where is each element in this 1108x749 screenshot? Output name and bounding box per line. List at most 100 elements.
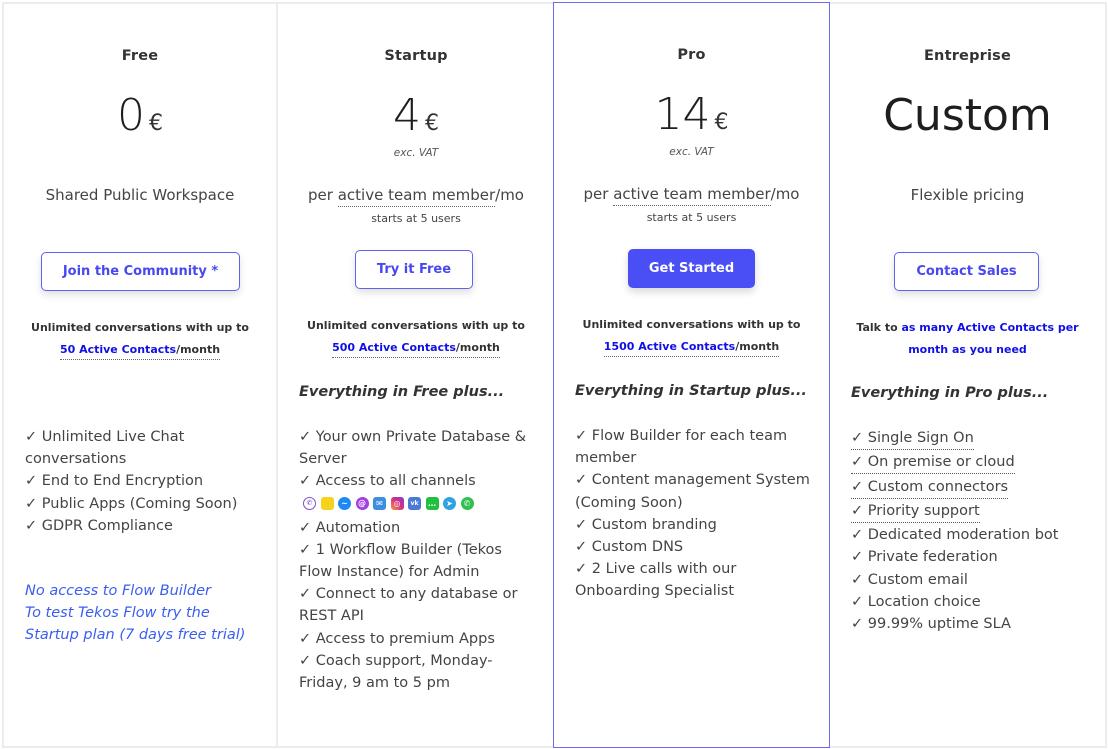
active-contacts-link[interactable]: 1500 Active Contacts (604, 340, 735, 353)
try-it-free-button[interactable]: Try it Free (355, 250, 473, 289)
active-contacts-link[interactable]: 500 Active Contacts (332, 341, 456, 354)
feature-item: ✓ Unlimited Live Chat conversations (25, 429, 185, 468)
email-at-icon: @ (355, 497, 369, 511)
feature-item: ✓ Your own Private Database & Server (299, 429, 527, 468)
contacts-info: Talk to as many Active Contacts per mont… (830, 317, 1105, 361)
plan-card-pro: Pro 14 € exc. VAT per active team member… (553, 2, 830, 748)
vat-note: exc. VAT (669, 146, 714, 158)
everything-in-heading: Everything in Free plus... (299, 384, 505, 400)
contacts-info: Unlimited conversations with up to 1500 … (554, 314, 829, 358)
contacts-suffix: /month (176, 343, 221, 356)
active-contacts-link[interactable]: as many Active Contacts per (901, 321, 1078, 334)
plan-card-entreprise: Entreprise Custom Flexible pricing Conta… (830, 2, 1107, 748)
messenger-icon: ~ (338, 497, 351, 511)
feature-item: ✓ Custom DNS (575, 539, 684, 556)
feature-item: ✓ Access to premium Apps (299, 630, 495, 647)
contacts-prefix: Unlimited conversations with up to (307, 319, 525, 332)
feature-list: ✓ Your own Private Database & Server ✓ A… (299, 426, 536, 694)
plan-name: Pro (677, 47, 706, 63)
note-line: No access to Flow Builder (25, 583, 211, 599)
starts-at-label: starts at 5 users (646, 211, 737, 224)
contact-sales-button[interactable]: Contact Sales (894, 252, 1039, 291)
feature-item-tooltip[interactable]: ✓ Priority support (851, 501, 980, 523)
feature-item: ✓ Connect to any database or REST API (299, 586, 518, 625)
per-suffix: /mo (770, 185, 800, 203)
per-text: per (308, 186, 333, 204)
price-value: 0 (117, 90, 145, 141)
plan-name: Entreprise (923, 48, 1012, 64)
contacts-suffix: /month (735, 340, 780, 353)
feature-item: ✓ Public Apps (Coming Soon) (25, 495, 238, 512)
active-team-member-tooltip[interactable]: active team member (613, 185, 771, 206)
plan-price: 0 € (4, 90, 276, 141)
whatsapp-icon: ✆ (460, 497, 474, 511)
feature-item: ✓ 2 Live calls with our Onboarding Speci… (575, 561, 737, 600)
per-suffix: /mo (495, 186, 524, 204)
feature-item: ✓ Private federation (851, 549, 998, 566)
plan-card-startup: Startup 4 € exc. VAT per active team mem… (278, 2, 554, 748)
feature-item: ✓ Custom email (851, 571, 968, 588)
snapchat-icon (320, 497, 334, 511)
plan-name: Startup (384, 48, 448, 64)
join-community-button[interactable]: Join the Community * (41, 252, 240, 291)
feature-list: ✓ Single Sign On ✓ On premise or cloud ✓… (851, 427, 1087, 635)
instagram-icon: ◎ (390, 497, 404, 511)
feature-item: ✓ Custom branding (575, 516, 717, 533)
everything-in-heading: Everything in Startup plus... (575, 383, 807, 399)
plan-subtitle: Shared Public Workspace (45, 186, 235, 204)
vk-icon: vk (408, 497, 421, 511)
feature-item-tooltip[interactable]: ✓ Custom connectors (851, 477, 1009, 499)
feature-item: ✓ 99.99% uptime SLA (851, 616, 1011, 632)
everything-in-heading: Everything in Pro plus... (851, 385, 1049, 401)
active-team-member-tooltip[interactable]: active team member (337, 186, 496, 207)
feature-list: ✓ Flow Builder for each team member ✓ Co… (575, 425, 811, 603)
channel-icons: ✆ ~ @ ✉ ◎ vk … ➤ ✆ (303, 497, 536, 511)
currency-symbol: € (425, 111, 439, 136)
contacts-info: Unlimited conversations with up to 50 Ac… (4, 317, 276, 361)
feature-item: ✓ End to End Encryption (25, 473, 204, 490)
per-member-label: per active team member/mo (554, 185, 829, 206)
note-line: To test Tekos Flow try the (25, 605, 210, 622)
line-icon: … (425, 497, 439, 511)
feature-item-tooltip[interactable]: ✓ Single Sign On (851, 428, 974, 450)
mail-icon: ✉ (373, 497, 386, 511)
viber-icon: ✆ (303, 497, 316, 511)
flow-builder-note: No access to Flow Builder To test Tekos … (25, 580, 258, 647)
feature-item: ✓ Coach support, Monday-Friday, 9 am to … (299, 652, 493, 692)
active-contacts-link-cont[interactable]: month as you need (908, 343, 1027, 356)
starts-at-label: starts at 5 users (371, 212, 461, 225)
feature-item: ✓ Automation (299, 519, 401, 536)
contacts-prefix: Talk to (856, 321, 898, 334)
pricing-table: Free 0 € Shared Public Workspace Join th… (0, 0, 1108, 749)
note-line: Startup plan (7 days free trial) (25, 627, 246, 644)
plan-price: 4 € (278, 90, 554, 141)
contacts-suffix: /month (455, 341, 500, 354)
feature-item-tooltip[interactable]: ✓ On premise or cloud (851, 452, 1015, 475)
telegram-icon: ➤ (443, 497, 456, 511)
vat-note: exc. VAT (393, 147, 439, 159)
feature-list: ✓ Unlimited Live Chat conversations ✓ En… (25, 426, 258, 537)
active-contacts-link[interactable]: 50 Active Contacts (60, 343, 176, 356)
price-value: 14 (654, 89, 711, 140)
feature-item: ✓ Location choice (851, 593, 981, 610)
plan-price: 14 € (554, 89, 829, 140)
plan-name: Free (121, 48, 159, 64)
contacts-info: Unlimited conversations with up to 500 A… (278, 315, 554, 359)
plan-subtitle: Flexible pricing (910, 186, 1025, 204)
contacts-prefix: Unlimited conversations with up to (31, 321, 249, 334)
feature-item: ✓ Flow Builder for each team member (575, 428, 788, 467)
contacts-prefix: Unlimited conversations with up to (582, 318, 801, 331)
price-value: 4 (393, 90, 421, 141)
per-member-label: per active team member/mo (278, 186, 554, 207)
price-value: Custom (883, 90, 1052, 141)
plan-card-free: Free 0 € Shared Public Workspace Join th… (2, 2, 278, 748)
currency-symbol: € (714, 110, 729, 135)
get-started-button[interactable]: Get Started (628, 249, 755, 288)
feature-item: ✓ Dedicated moderation bot (851, 527, 1059, 544)
currency-symbol: € (149, 111, 163, 136)
feature-item: ✓ 1 Workflow Builder (Tekos Flow Instanc… (299, 541, 502, 581)
feature-item: ✓ Content management System (Coming Soon… (575, 472, 810, 511)
per-text: per (583, 185, 609, 203)
feature-item: ✓ Access to all channels (299, 473, 476, 490)
feature-item: ✓ GDPR Compliance (25, 517, 173, 534)
